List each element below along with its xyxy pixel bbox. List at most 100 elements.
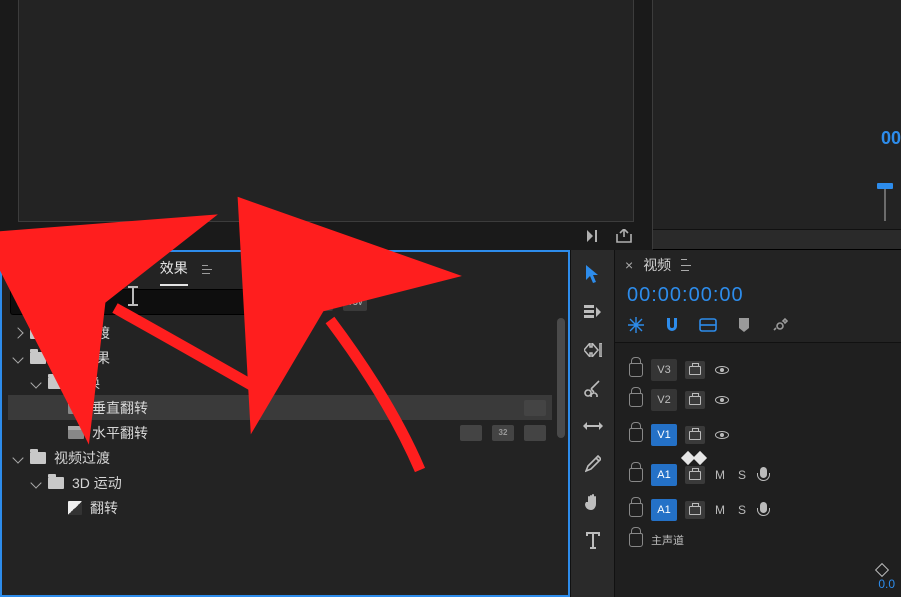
search-input[interactable]: 翻转 × (10, 289, 265, 315)
tree-3d-motion[interactable]: 3D 运动 (8, 470, 552, 495)
lock-icon[interactable] (629, 428, 643, 442)
tree-transform[interactable]: 变换 (8, 370, 552, 395)
badge-32bit-icon: 32 (492, 425, 514, 441)
tree-label: 垂直翻转 (92, 398, 148, 418)
marker-icon[interactable] (735, 316, 753, 334)
timeline-panel: × 视频 00:00:00:00 (614, 250, 901, 597)
chevron-right-icon (12, 327, 23, 338)
32bit-filter-icon[interactable]: 32 (309, 293, 333, 311)
play-stop-icon[interactable] (586, 226, 606, 246)
solo-button[interactable]: S (735, 503, 749, 517)
close-icon[interactable]: × (625, 257, 633, 273)
timeline-tracks: V3 V2 V1 A1 (615, 343, 901, 597)
search-icon (17, 295, 31, 309)
source-monitor-canvas[interactable] (18, 0, 634, 222)
yuv-filter-icon[interactable]: YUV (343, 293, 367, 311)
zoom-value[interactable]: 0.0 (878, 577, 895, 591)
source-monitor-footer: 00;00;00;00 (18, 222, 634, 250)
track-label[interactable]: A1 (651, 464, 677, 486)
tree-label: 变换 (72, 373, 100, 393)
insert-mode-icon[interactable] (627, 316, 645, 334)
razor-tool[interactable] (581, 376, 605, 400)
tree-flip[interactable]: 翻转 (8, 495, 552, 520)
track-label[interactable]: A1 (651, 499, 677, 521)
track-label[interactable]: V2 (651, 389, 677, 411)
mute-button[interactable]: M (713, 468, 727, 482)
folder-icon (30, 352, 46, 364)
track-a1-b[interactable]: A1 M S (615, 495, 901, 525)
badge-accel-icon (460, 425, 482, 441)
eye-icon[interactable] (713, 391, 731, 409)
pen-tool[interactable] (581, 452, 605, 476)
voiceover-icon[interactable] (757, 467, 771, 483)
tree-horizontal-flip[interactable]: 水平翻转 32 (8, 420, 552, 445)
ripple-edit-tool[interactable] (581, 338, 605, 362)
search-row: 翻转 × 32 YUV (2, 286, 568, 318)
track-master[interactable]: 主声道 (615, 525, 901, 555)
chevron-down-icon (12, 452, 23, 463)
lock-icon[interactable] (629, 393, 643, 407)
lock-icon[interactable] (629, 363, 643, 377)
tree-label: 翻转 (90, 498, 118, 518)
program-timecode-edge: 00 (881, 128, 901, 149)
monitor-row: 00;00;00;00 00 (0, 0, 901, 250)
track-label[interactable]: V3 (651, 359, 677, 381)
tree-label: 视频过渡 (54, 448, 110, 468)
source-timecode[interactable]: 00;00;00;00 (18, 229, 92, 244)
lock-icon[interactable] (629, 503, 643, 517)
folder-icon (30, 452, 46, 464)
track-a1[interactable]: A1 M S (615, 455, 901, 495)
tab-project[interactable]: 项目: 未命名 (10, 252, 88, 286)
timeline-menu-icon[interactable] (681, 259, 697, 271)
hand-tool[interactable] (581, 490, 605, 514)
chevron-down-icon (30, 377, 41, 388)
tab-effects[interactable]: 效果 (160, 252, 188, 286)
selection-tool[interactable] (581, 262, 605, 286)
track-output-icon[interactable] (685, 391, 705, 409)
slip-tool[interactable] (581, 414, 605, 438)
type-tool[interactable] (581, 528, 605, 552)
effect-icon (68, 401, 84, 414)
track-select-tool[interactable] (581, 300, 605, 324)
track-output-icon[interactable] (685, 466, 705, 484)
playhead-marker[interactable] (875, 183, 895, 223)
panel-menu-icon[interactable] (202, 260, 220, 278)
track-output-icon[interactable] (685, 426, 705, 444)
voiceover-icon[interactable] (757, 502, 771, 518)
folder-icon (30, 327, 46, 339)
tree-label: 水平翻转 (92, 423, 148, 443)
track-v2[interactable]: V2 (615, 385, 901, 415)
tab-subtitle[interactable]: 字幕 (110, 252, 138, 286)
track-v3[interactable]: V3 (615, 355, 901, 385)
lock-icon[interactable] (629, 533, 643, 547)
solo-button[interactable]: S (735, 468, 749, 482)
track-output-icon[interactable] (685, 361, 705, 379)
scrollbar[interactable] (554, 318, 568, 595)
clear-search-button[interactable]: × (245, 293, 258, 311)
settings-icon[interactable] (771, 316, 789, 334)
accelerated-filter-icon[interactable] (275, 293, 299, 311)
eye-icon[interactable] (713, 426, 731, 444)
tree-label: 3D 运动 (72, 473, 122, 493)
track-label[interactable]: V1 (651, 424, 677, 446)
chevron-down-icon (12, 352, 23, 363)
keyframe-nav-icon[interactable] (875, 563, 889, 577)
tree-vertical-flip[interactable]: 垂直翻转 (8, 395, 552, 420)
tree-video-transitions[interactable]: 视频过渡 (8, 445, 552, 470)
track-v1[interactable]: V1 (615, 415, 901, 455)
tree-label: 音频过渡 (54, 323, 110, 343)
scrollbar-thumb[interactable] (557, 318, 565, 438)
track-output-icon[interactable] (685, 501, 705, 519)
export-frame-icon[interactable] (614, 226, 634, 246)
folder-icon (48, 377, 64, 389)
eye-icon[interactable] (713, 361, 731, 379)
linked-selection-icon[interactable] (699, 316, 717, 334)
program-monitor-canvas[interactable]: 00 (652, 0, 901, 250)
tree-video-effects[interactable]: 视频效果 (8, 345, 552, 370)
snap-icon[interactable] (663, 316, 681, 334)
tree-audio-transitions[interactable]: 音频过渡 (8, 320, 552, 345)
timeline-timecode[interactable]: 00:00:00:00 (615, 280, 901, 313)
time-ruler[interactable] (653, 229, 901, 249)
mute-button[interactable]: M (713, 503, 727, 517)
lock-icon[interactable] (629, 468, 643, 482)
